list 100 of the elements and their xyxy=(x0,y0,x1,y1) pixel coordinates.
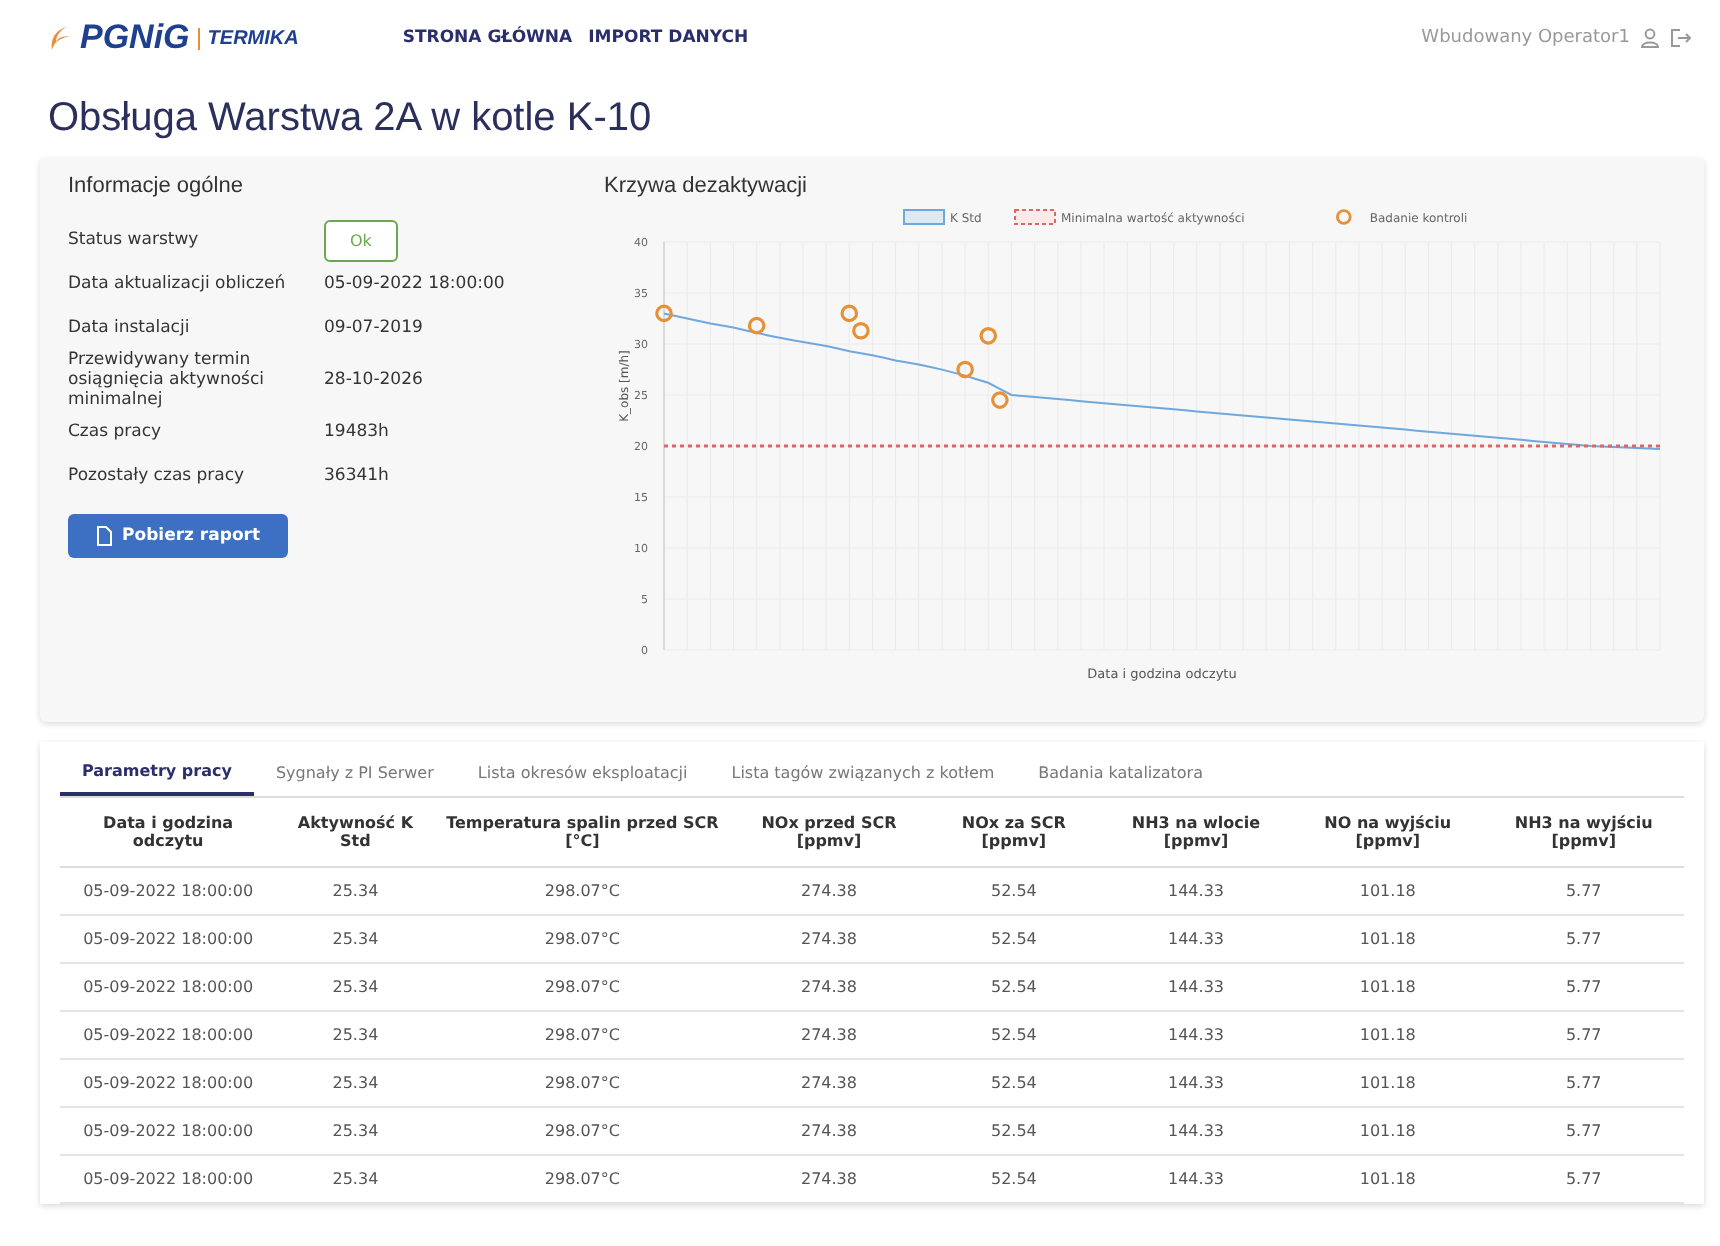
section-title: Informacje ogólne xyxy=(68,174,245,198)
column-header: Temperatura spalin przed SCR [°C] xyxy=(434,798,731,867)
download-report-button[interactable]: Pobierz raport xyxy=(68,514,289,558)
table-cell: 52.54 xyxy=(927,1107,1100,1155)
data-point xyxy=(991,391,1009,409)
info-value: 19483h xyxy=(324,422,391,442)
table-cell: 5.77 xyxy=(1483,915,1684,963)
table-cell: 05-09-2022 18:00:00 xyxy=(60,915,277,963)
table-cell: 274.38 xyxy=(730,963,928,1011)
table-cell: 274.38 xyxy=(730,1011,928,1059)
table-cell: 25.34 xyxy=(276,867,435,915)
document-icon xyxy=(96,526,112,546)
info-label: Czas pracy xyxy=(68,422,164,442)
table-cell: 144.33 xyxy=(1099,867,1293,915)
table-cell: 05-09-2022 18:00:00 xyxy=(60,963,277,1011)
tab[interactable]: Badania katalizatora xyxy=(1016,742,1225,796)
column-header: NOx za SCR [ppmv] xyxy=(927,798,1100,867)
table-cell: 25.34 xyxy=(276,1107,435,1155)
table-cell: 05-09-2022 18:00:00 xyxy=(60,1059,277,1107)
table-cell: 274.38 xyxy=(730,867,928,915)
section-title: Krzywa dezaktywacji xyxy=(604,174,809,198)
nav-link[interactable]: STRONA GŁÓWNA xyxy=(402,28,573,48)
info-value: 28-10-2026 xyxy=(324,370,425,390)
table-cell: 5.77 xyxy=(1483,867,1684,915)
table-cell: 05-09-2022 18:00:00 xyxy=(60,1155,277,1203)
table-cell: 52.54 xyxy=(927,1059,1100,1107)
user-icon[interactable] xyxy=(1640,28,1660,48)
column-header: NH3 na wyjściu [ppmv] xyxy=(1483,798,1684,867)
info-label: Data aktualizacji obliczeń xyxy=(68,274,288,294)
table-cell: 25.34 xyxy=(276,915,435,963)
info-label: Pozostały czas pracy xyxy=(68,466,247,486)
table-cell: 25.34 xyxy=(276,963,435,1011)
table-cell: 101.18 xyxy=(1292,1059,1484,1107)
logout-icon[interactable] xyxy=(1670,28,1692,48)
user-name: Wbudowany Operator1 xyxy=(1421,28,1630,48)
info-label: Status warstwy xyxy=(68,230,201,250)
table-cell: 05-09-2022 18:00:00 xyxy=(60,1011,277,1059)
table-cell: 298.07°C xyxy=(434,1155,731,1203)
table-cell: 298.07°C xyxy=(434,1011,731,1059)
data-point xyxy=(747,316,766,335)
table-cell: 274.38 xyxy=(730,1059,928,1107)
table-cell: 144.33 xyxy=(1099,1155,1293,1203)
status-badge: Ok xyxy=(324,219,398,261)
column-header: Aktywność K Std xyxy=(276,798,435,867)
table-cell: 101.18 xyxy=(1292,867,1484,915)
table-cell: 101.18 xyxy=(1292,963,1484,1011)
table-cell: 298.07°C xyxy=(434,1059,731,1107)
table-cell: 274.38 xyxy=(730,1155,928,1203)
info-value: 05-09-2022 18:00:00 xyxy=(324,274,507,294)
table-cell: 5.77 xyxy=(1483,1011,1684,1059)
table-cell: 05-09-2022 18:00:00 xyxy=(60,867,277,915)
table-cell: 144.33 xyxy=(1099,1107,1293,1155)
table-cell: 52.54 xyxy=(927,963,1100,1011)
table-cell: 25.34 xyxy=(276,1011,435,1059)
tab[interactable]: Lista okresów eksploatacji xyxy=(455,742,710,796)
info-label: Data instalacji xyxy=(68,318,192,338)
info-value: 09-07-2019 xyxy=(324,318,425,338)
table-cell: 101.18 xyxy=(1292,1155,1484,1203)
table-cell: 144.33 xyxy=(1099,915,1293,963)
table-cell: 298.07°C xyxy=(434,963,731,1011)
info-label: Przewidywany termin osiągnięcia aktywności minimalnej xyxy=(68,350,267,410)
table-cell: 144.33 xyxy=(1099,1011,1293,1059)
table-cell: 101.18 xyxy=(1292,915,1484,963)
table-cell: 298.07°C xyxy=(434,1107,731,1155)
table-cell: 101.18 xyxy=(1292,1107,1484,1155)
info-value: 36341h xyxy=(324,466,391,486)
table-cell: 5.77 xyxy=(1483,1107,1684,1155)
table-cell: 274.38 xyxy=(730,1107,928,1155)
table-cell: 25.34 xyxy=(276,1155,435,1203)
table-cell: 25.34 xyxy=(276,1059,435,1107)
page-title: Obsługa Warstwa 2A w kotle K-10 xyxy=(46,94,654,144)
nav-link[interactable]: IMPORT DANYCH xyxy=(588,28,749,48)
table-cell: 52.54 xyxy=(927,915,1100,963)
brand-logo-text: PGNiG xyxy=(80,18,190,58)
tab[interactable]: Sygnały z PI Serwer xyxy=(253,742,456,796)
tab[interactable]: Lista tagów związanych z kotłem xyxy=(709,742,1017,796)
data-point xyxy=(852,321,870,340)
table-cell: 144.33 xyxy=(1099,1059,1293,1107)
data-point xyxy=(956,360,974,379)
column-header: NO na wyjściu [ppmv] xyxy=(1292,798,1484,867)
data-point xyxy=(840,304,859,323)
table-cell: 144.33 xyxy=(1099,963,1293,1011)
tab[interactable]: Parametry pracy xyxy=(60,742,254,796)
brand-subtitle: TERMIKA xyxy=(197,27,299,49)
data-point xyxy=(979,327,998,345)
table-cell: 5.77 xyxy=(1483,1155,1684,1203)
table-cell: 52.54 xyxy=(927,867,1100,915)
table-cell: 52.54 xyxy=(927,1155,1100,1203)
column-header: NOx przed SCR [ppmv] xyxy=(730,798,928,867)
table-cell: 274.38 xyxy=(730,915,928,963)
table-cell: 101.18 xyxy=(1292,1011,1484,1059)
flame-logo-icon xyxy=(48,24,72,52)
column-header: Data i godzina odczytu xyxy=(60,798,277,867)
column-header: NH3 na wlocie [ppmv] xyxy=(1099,798,1293,867)
table-cell: 52.54 xyxy=(927,1011,1100,1059)
table-cell: 5.77 xyxy=(1483,1059,1684,1107)
table-cell: 298.07°C xyxy=(434,915,731,963)
table-cell: 298.07°C xyxy=(434,867,731,915)
data-point xyxy=(655,304,673,323)
table-cell: 05-09-2022 18:00:00 xyxy=(60,1107,277,1155)
